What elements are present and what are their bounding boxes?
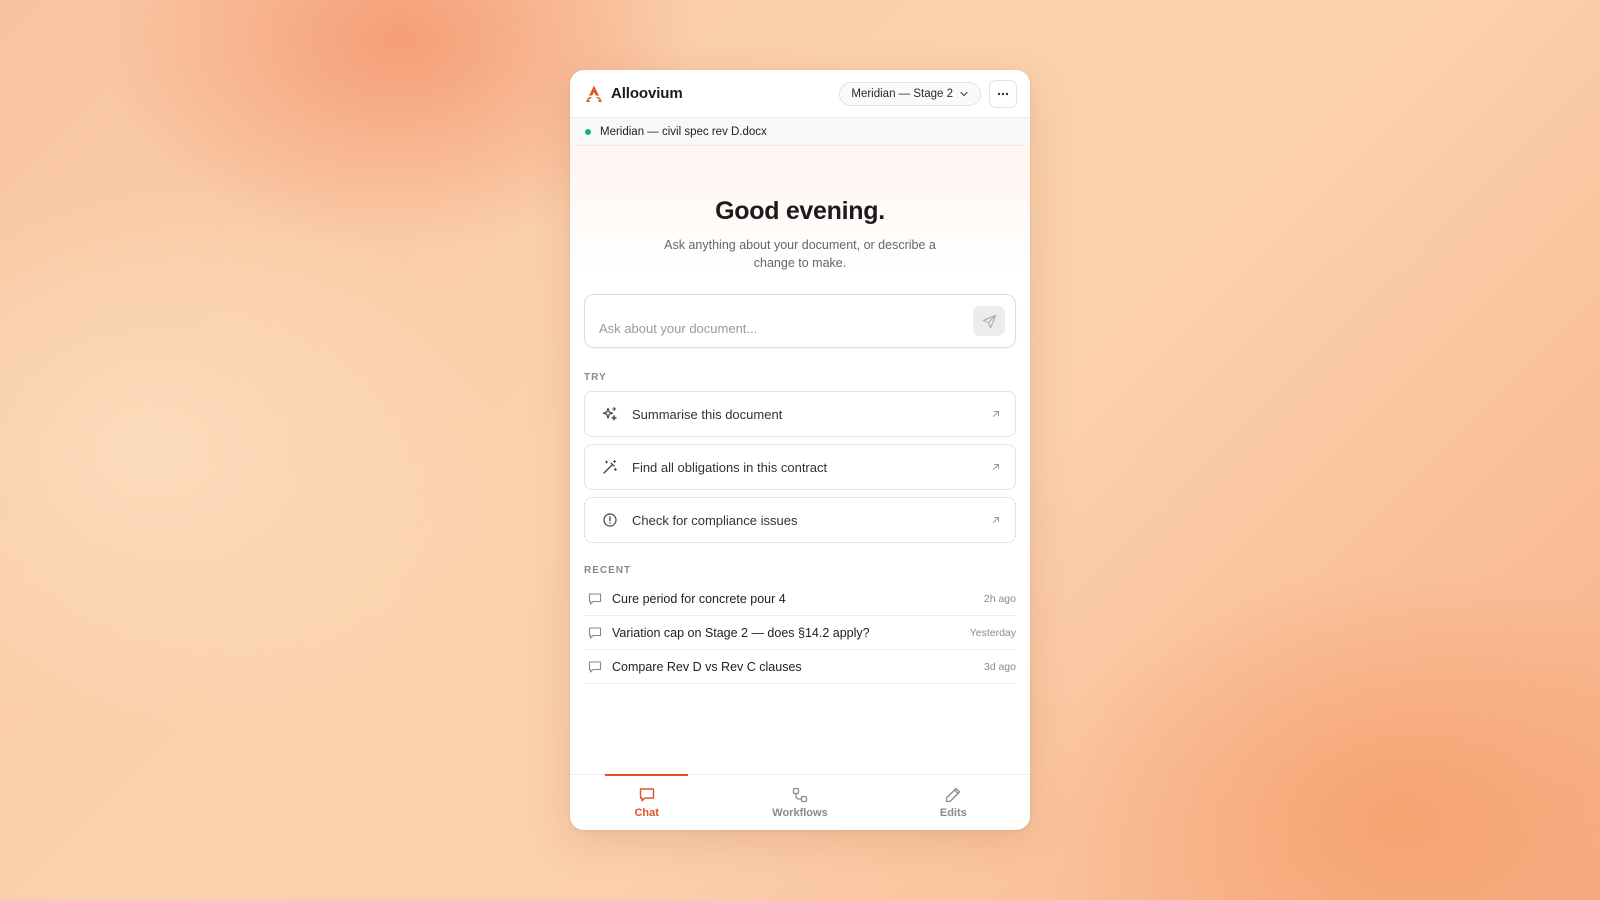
document-status-dot [585, 128, 591, 135]
try-section-label: TRY [584, 372, 607, 383]
chat-icon [639, 788, 654, 802]
message-square-icon [588, 660, 602, 673]
recent-list: Cure period for concrete pour 4 2h ago V… [584, 582, 1016, 684]
suggestion-label: Check for compliance issues [632, 512, 798, 528]
document-name: Meridian — civil spec rev D.docx [600, 125, 767, 138]
recent-item-time: Yesterday [969, 626, 1016, 639]
tab-label: Edits [939, 807, 967, 819]
project-selector[interactable]: Meridian — Stage 2 [839, 81, 981, 106]
suggestion-compliance[interactable]: Check for compliance issues [584, 497, 1016, 543]
more-options-button[interactable] [989, 79, 1017, 108]
suggestion-find-obligations[interactable]: Find all obligations in this contract [584, 444, 1016, 490]
chat-home: Good evening. Ask anything about your do… [570, 147, 1030, 774]
recent-item[interactable]: Compare Rev D vs Rev C clauses 3d ago [584, 650, 1016, 684]
greeting-subtitle: Ask anything about your document, or des… [664, 238, 936, 270]
tab-label: Workflows [772, 807, 828, 819]
sparkles-icon [602, 406, 618, 422]
send-button[interactable] [973, 306, 1005, 336]
recent-item-title: Compare Rev D vs Rev C clauses [612, 659, 802, 674]
magic-wand-icon [602, 459, 618, 475]
more-horizontal-icon [997, 92, 1009, 95]
recent-item-time: 3d ago [983, 660, 1016, 673]
alert-circle-icon [602, 512, 618, 528]
tab-edits[interactable]: Edits [877, 775, 1030, 830]
recent-item-title: Cure period for concrete pour 4 [612, 591, 786, 606]
tab-workflows[interactable]: Workflows [723, 775, 876, 830]
recent-item-title: Variation cap on Stage 2 — does §14.2 ap… [612, 625, 870, 640]
tab-chat[interactable]: Chat [570, 774, 723, 830]
arrow-up-right-icon [993, 464, 999, 470]
arrow-up-right-icon [993, 517, 999, 523]
brand-name: Alloovium [611, 85, 683, 102]
workflow-icon [792, 787, 808, 803]
send-icon [982, 314, 996, 328]
alloovium-logo-icon [586, 85, 602, 102]
assistant-panel: Alloovium Meridian — Stage 2 Meridian — … [570, 70, 1030, 830]
message-square-icon [588, 626, 602, 639]
suggestion-summarise[interactable]: Summarise this document [584, 391, 1016, 437]
greeting-title: Good evening. [715, 197, 885, 225]
message-input[interactable] [599, 306, 973, 336]
message-composer [584, 294, 1016, 348]
message-square-icon [588, 592, 602, 605]
arrow-up-right-icon [993, 411, 999, 417]
bottom-tab-bar: Chat Workflows Edits [570, 774, 1030, 830]
chevron-down-icon [960, 91, 968, 96]
pencil-icon [946, 787, 961, 803]
document-bar: Meridian — civil spec rev D.docx [570, 118, 1030, 146]
recent-item[interactable]: Cure period for concrete pour 4 2h ago [584, 582, 1016, 616]
recent-item-time: 2h ago [983, 592, 1016, 605]
tab-label: Chat [634, 807, 659, 819]
panel-header: Alloovium Meridian — Stage 2 [570, 70, 1030, 118]
project-selector-label: Meridian — Stage 2 [851, 87, 953, 100]
recent-section-label: RECENT [584, 565, 632, 576]
recent-item[interactable]: Variation cap on Stage 2 — does §14.2 ap… [584, 616, 1016, 650]
suggestion-label: Summarise this document [632, 406, 783, 422]
suggestion-label: Find all obligations in this contract [632, 459, 828, 475]
brand: Alloovium [584, 84, 683, 104]
